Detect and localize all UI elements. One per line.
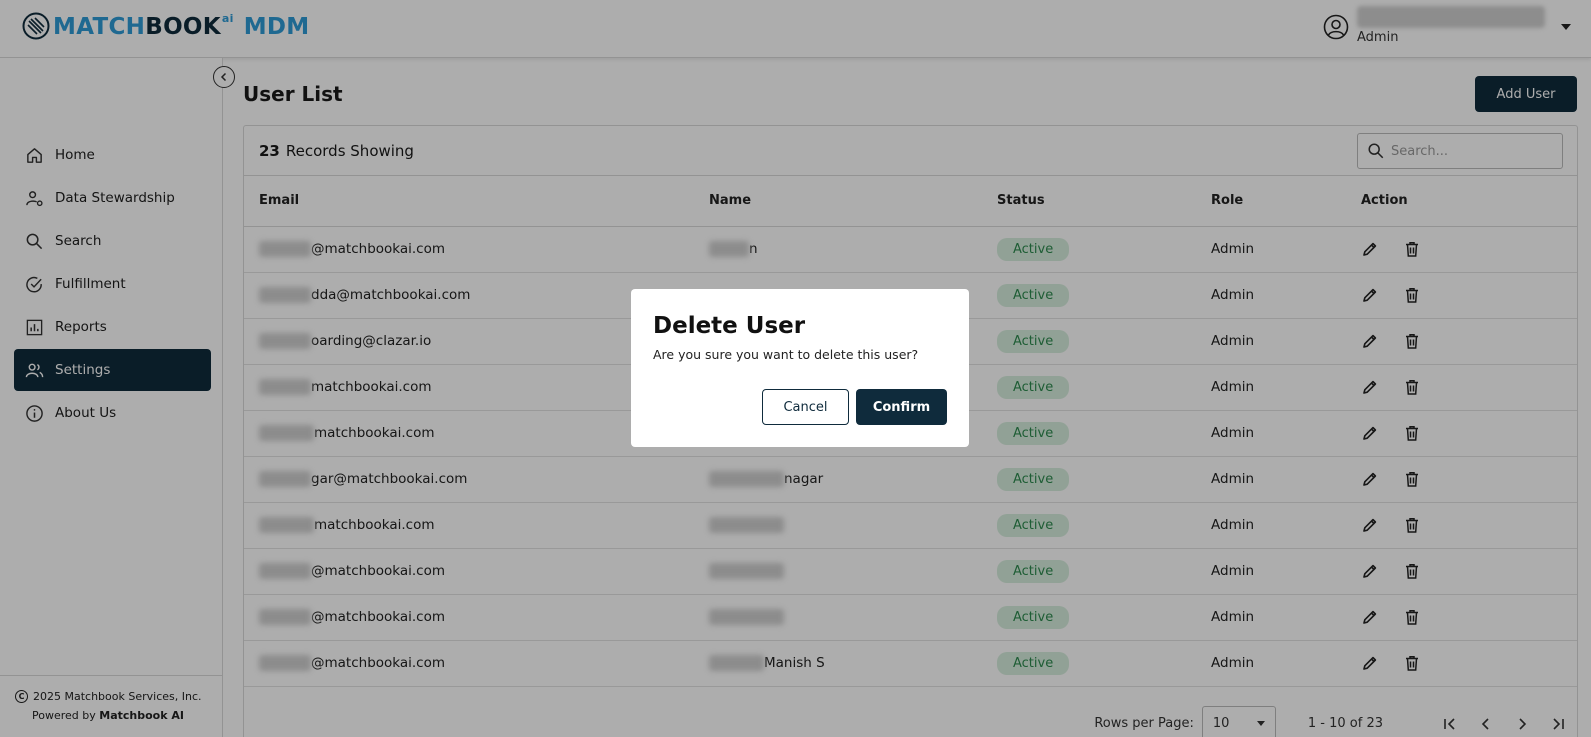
- dialog-title: Delete User: [653, 313, 806, 339]
- cancel-button[interactable]: Cancel: [762, 389, 849, 425]
- dialog-message: Are you sure you want to delete this use…: [653, 347, 919, 362]
- confirm-button[interactable]: Confirm: [856, 389, 947, 425]
- delete-user-dialog: Delete User Are you sure you want to del…: [631, 289, 969, 447]
